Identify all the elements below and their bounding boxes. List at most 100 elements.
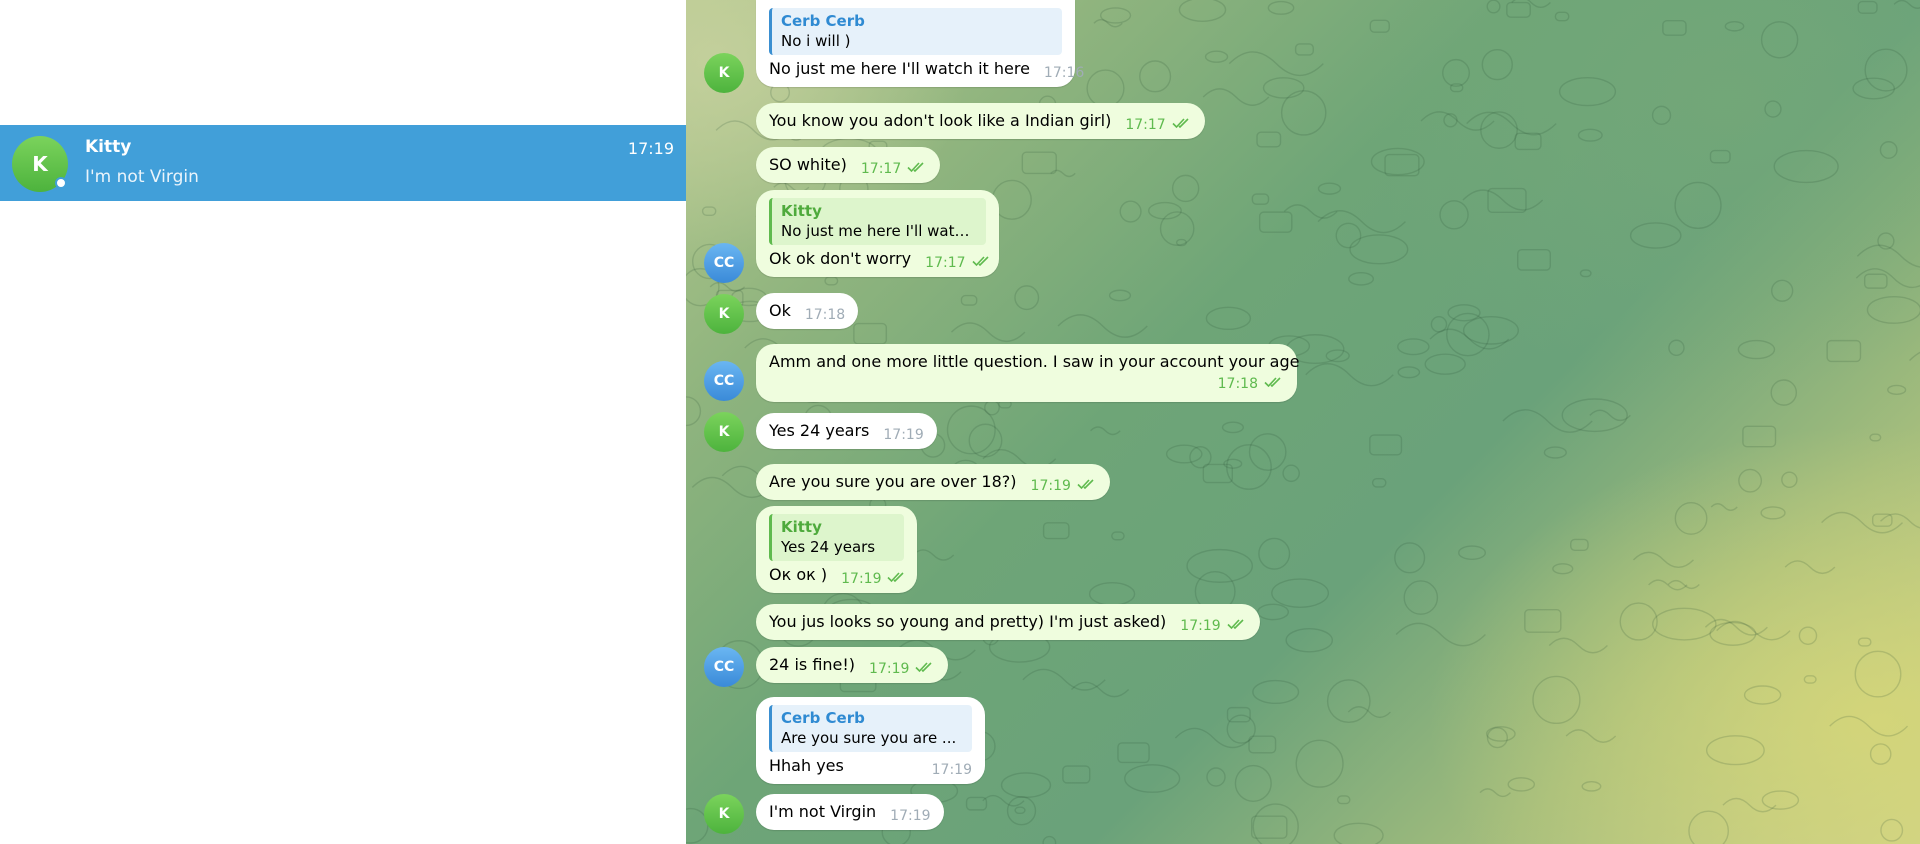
sender-avatar-cerb[interactable]: CC: [704, 361, 744, 401]
last-message-time: 17:19: [627, 139, 674, 158]
wallpaper-doodle: [1403, 580, 1439, 615]
message-bubble-incoming[interactable]: I'm not Virgin 17:19: [756, 794, 944, 830]
wallpaper-doodle: [1325, 349, 1350, 363]
wallpaper-doodle: [1447, 304, 1481, 322]
wallpaper-doodle: [1760, 506, 1786, 520]
wallpaper-doodle: [1710, 503, 1738, 512]
wallpaper-doodle: [1424, 353, 1466, 375]
wallpaper-doodle: [912, 549, 955, 561]
wallpaper-doodle: [1348, 272, 1375, 286]
sender-avatar-cerb[interactable]: CC: [704, 647, 744, 687]
wallpaper-doodle: [946, 405, 996, 455]
wallpaper-doodle: [1854, 650, 1902, 698]
wallpaper-doodle: [1117, 742, 1150, 764]
wallpaper-doodle: [1370, 147, 1425, 176]
wallpaper-doodle: [1829, 715, 1909, 737]
wallpaper-doodle: [1139, 60, 1172, 93]
read-double-check-icon: [1264, 374, 1284, 394]
wallpaper-doodle: [1674, 502, 1708, 535]
wallpaper-doodle: [1205, 306, 1252, 331]
wallpaper-doodle: [1716, 620, 1791, 641]
wallpaper-doodle: [1764, 100, 1782, 118]
message-text: 24 is fine!): [769, 655, 856, 674]
wallpaper-doodle: [1662, 20, 1687, 36]
wallpaper-doodle: [1369, 434, 1403, 456]
wallpaper-doodle: [1771, 279, 1794, 302]
message-bubble-incoming[interactable]: Cerb Cerb Are you sure you are ... Hhah …: [756, 697, 985, 784]
wallpaper-doodle: [1826, 339, 1862, 363]
wallpaper-doodle: [1466, 111, 1557, 136]
chat-history[interactable]: Cerb Cerb No i will ) No just me here I'…: [686, 0, 1920, 844]
wallpaper-doodle: [1258, 211, 1293, 233]
wallpaper-doodle: [1632, 551, 1694, 569]
wallpaper-doodle: [1479, 788, 1511, 798]
wallpaper-doodle: [1442, 58, 1470, 87]
wallpaper-doodle: [1124, 764, 1181, 793]
wallpaper-doodle: [1619, 602, 1658, 641]
wallpaper-doodle: [1000, 772, 1052, 799]
wallpaper-doodle: [1554, 11, 1570, 22]
message-text: Ok ok don't worry: [769, 249, 912, 268]
sender-avatar-kitty[interactable]: K: [704, 794, 744, 834]
wallpaper-doodle: [1371, 477, 1387, 488]
wallpaper-doodle: [1430, 316, 1448, 333]
wallpaper-doodle: [1394, 542, 1426, 574]
wallpaper-doodle: [1449, 83, 1464, 93]
wallpaper-doodle: [1487, 187, 1527, 213]
wallpaper-doodle: [1773, 149, 1839, 184]
sender-avatar-cerb[interactable]: CC: [704, 243, 744, 283]
wallpaper-doodle: [1252, 679, 1300, 705]
wallpaper-doodle: [1349, 234, 1409, 265]
wallpaper-doodle: [701, 206, 717, 216]
sender-avatar-kitty[interactable]: K: [704, 53, 744, 93]
wallpaper-doodle: [1722, 797, 1777, 813]
message-bubble-outgoing[interactable]: SO white) 17:17: [756, 147, 941, 183]
read-double-check-icon: [1172, 115, 1192, 135]
wallpaper-doodle: [1439, 200, 1469, 230]
wallpaper-doodle: [968, 423, 1003, 458]
wallpaper-doodle: [824, 276, 839, 286]
wallpaper-doodle: [1171, 174, 1200, 203]
message-time: 17:17: [1125, 117, 1166, 133]
wallpaper-doodle: [1857, 637, 1872, 647]
wallpaper-doodle: [1086, 69, 1125, 108]
wallpaper-doodle: [1517, 248, 1551, 271]
wallpaper-doodle: [1294, 43, 1314, 56]
wallpaper-doodle: [1204, 50, 1229, 63]
wallpaper-doodle: [1285, 627, 1334, 653]
reply-quote[interactable]: Cerb Cerb No i will ): [769, 8, 1062, 55]
wallpaper-doodle: [1202, 88, 1270, 106]
message-time: 17:16: [1043, 65, 1085, 81]
message-bubble-outgoing[interactable]: Amm and one more little question. I saw …: [756, 344, 1299, 402]
reply-quote[interactable]: Kitty Yes 24 years: [769, 514, 904, 561]
sender-avatar-kitty[interactable]: K: [704, 412, 744, 452]
wallpaper-doodle: [853, 322, 888, 345]
reply-quote[interactable]: Cerb Cerb Are you sure you are ...: [769, 705, 972, 752]
reply-quote-author: Kitty: [781, 202, 822, 220]
message-bubble-outgoing[interactable]: Are you sure you are over 18?) 17:19: [756, 464, 1110, 500]
wallpaper-doodle: [1880, 818, 1904, 842]
message-bubble-incoming[interactable]: Yes 24 years 17:19: [756, 413, 937, 449]
message-bubble-incoming[interactable]: Cerb Cerb No i will ) No just me here I'…: [756, 0, 1084, 87]
message-bubble-outgoing[interactable]: You jus looks so young and pretty) I'm j…: [756, 604, 1260, 640]
reply-quote[interactable]: Kitty No just me here I'll watc...: [769, 198, 986, 245]
reply-quote-text: Yes 24 years: [781, 538, 876, 556]
sender-avatar-kitty[interactable]: K: [704, 294, 744, 334]
wallpaper-doodle: [1481, 48, 1513, 81]
message-text: I'm not Virgin: [769, 802, 877, 821]
wallpaper-doodle: [1864, 48, 1908, 92]
wallpaper-doodle: [1651, 105, 1672, 125]
wallpaper-doodle: [1798, 626, 1818, 646]
wallpaper-doodle: [1174, 727, 1253, 749]
wallpaper-doodle: [1565, 729, 1617, 743]
message-bubble-outgoing[interactable]: You know you adon't look like a Indian g…: [756, 103, 1205, 139]
wallpaper-doodle: [1855, 268, 1920, 289]
chat-list-item-kitty[interactable]: K Kitty I'm not Virgin 17:19: [0, 125, 686, 201]
wallpaper-doodle: [1057, 314, 1148, 338]
message-bubble-outgoing[interactable]: Kitty Yes 24 years Oк oк ) 17:19: [756, 506, 917, 593]
message-bubble-incoming[interactable]: Ok 17:18: [756, 293, 859, 329]
wallpaper-doodle: [1869, 433, 1882, 442]
message-bubble-outgoing[interactable]: Kitty No just me here I'll watc... Ok ok…: [756, 190, 999, 277]
reply-quote-author: Cerb Cerb: [781, 12, 865, 30]
message-bubble-outgoing[interactable]: 24 is fine!) 17:19: [756, 647, 949, 683]
